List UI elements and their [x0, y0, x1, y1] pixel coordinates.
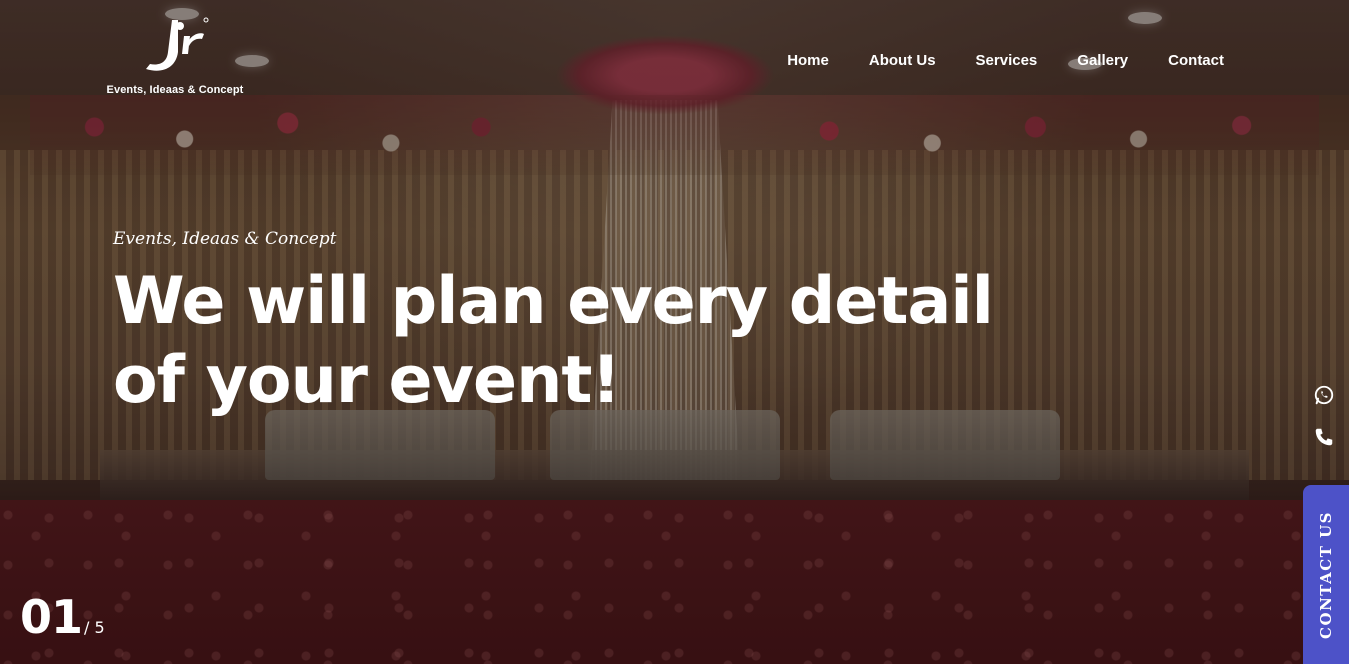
phone-icon[interactable]	[1313, 426, 1335, 448]
contact-us-tab[interactable]: CONTACT US	[1303, 485, 1349, 664]
hero-headline: We will plan every detail of your event!	[113, 262, 994, 420]
nav-about-us[interactable]: About Us	[869, 52, 936, 69]
nav-gallery[interactable]: Gallery	[1077, 52, 1128, 69]
headline-line-2: of your event!	[113, 343, 621, 418]
site-logo[interactable]: Events, Ideaas & Concept	[100, 14, 250, 96]
main-nav: Home About Us Services Gallery Contact	[787, 52, 1224, 69]
nav-home[interactable]: Home	[787, 52, 829, 69]
nav-contact[interactable]: Contact	[1168, 52, 1224, 69]
side-contact-icons	[1313, 384, 1335, 448]
logo-text: Events, Ideaas & Concept	[106, 84, 244, 96]
nav-services[interactable]: Services	[976, 52, 1038, 69]
slide-counter: 01/ 5	[20, 590, 105, 644]
jr-logo-icon	[146, 17, 209, 71]
slide-total: / 5	[84, 618, 105, 637]
hero-tagline: Events, Ideaas & Concept	[113, 229, 337, 249]
contact-us-label: CONTACT US	[1317, 510, 1335, 639]
whatsapp-icon[interactable]	[1313, 384, 1335, 406]
slide-current: 01	[20, 590, 83, 644]
headline-line-1: We will plan every detail	[113, 264, 994, 339]
